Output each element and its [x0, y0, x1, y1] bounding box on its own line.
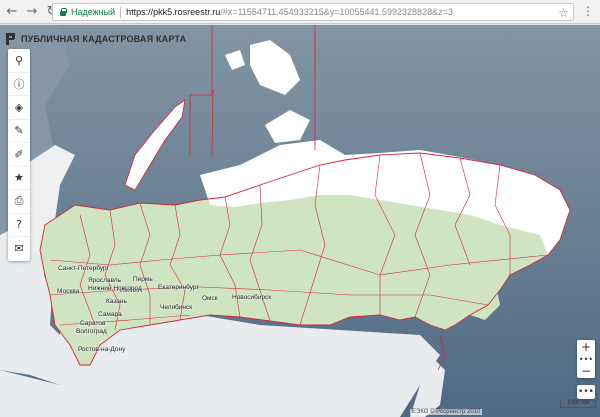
- city-label[interactable]: Москва: [57, 288, 79, 295]
- city-label[interactable]: Ярославль: [88, 277, 121, 284]
- scale-bar: 1000 км: [560, 400, 596, 408]
- pencil-icon[interactable]: ✎: [8, 120, 30, 143]
- zoom-slider-handle[interactable]: •••: [577, 354, 595, 364]
- zoom-in-button[interactable]: +: [577, 340, 595, 354]
- lock-icon: [59, 8, 67, 16]
- rosreestr-logo-icon: [6, 33, 16, 45]
- more-options-button[interactable]: •••: [577, 385, 595, 399]
- map-canvas[interactable]: Санкт-Петербург Пермь Ярославль Москва И…: [0, 25, 600, 417]
- help-icon[interactable]: ?: [8, 214, 30, 237]
- bookmark-star-icon[interactable]: ☆: [558, 6, 569, 20]
- print-icon[interactable]: ⎙: [8, 190, 30, 214]
- separator: [120, 6, 122, 18]
- url-host: https://pkk5.rosreestr.ru: [126, 7, 221, 17]
- left-toolbar: ⚲ ⓘ ◈ ✎ ✐ ★ ⎙ ? ✉: [8, 49, 30, 261]
- city-label[interactable]: Челябинск: [160, 304, 192, 311]
- mail-icon[interactable]: ✉: [8, 237, 30, 261]
- forward-icon[interactable]: →: [24, 4, 40, 20]
- city-label[interactable]: Казань: [106, 298, 127, 305]
- city-label[interactable]: Нижний Новгород: [88, 285, 142, 292]
- page-title: ПУБЛИЧНАЯ КАДАСТРОВАЯ КАРТА: [21, 34, 187, 44]
- map-svg: [0, 25, 600, 417]
- city-label[interactable]: Омск: [202, 295, 218, 302]
- layers-icon[interactable]: ◈: [8, 96, 30, 120]
- info-icon[interactable]: ⓘ: [8, 73, 30, 96]
- back-icon[interactable]: ←: [4, 4, 20, 20]
- copyright-text: ЕЭКО © Росреестр 2010: [410, 409, 483, 415]
- city-label[interactable]: Новосибирск: [232, 294, 271, 301]
- browser-menu-icon[interactable]: ⋮: [580, 4, 596, 20]
- city-label[interactable]: Екатеринбург: [158, 284, 199, 291]
- address-bar[interactable]: Надежный https://pkk5.rosreestr.ru/#x=11…: [52, 3, 574, 21]
- app-header: ПУБЛИЧНАЯ КАДАСТРОВАЯ КАРТА: [6, 33, 186, 45]
- zoom-control: + ••• −: [577, 340, 595, 378]
- city-label[interactable]: Ростов-на-Дону: [78, 346, 125, 353]
- city-label[interactable]: Санкт-Петербург: [58, 265, 109, 272]
- secure-label: Надежный: [71, 7, 116, 17]
- ruler-icon[interactable]: ✐: [8, 143, 30, 167]
- search-icon[interactable]: ⚲: [8, 49, 30, 73]
- city-label[interactable]: Саратов: [80, 320, 105, 327]
- url-path: /#x=11554711.454933215&y=10055441.599232…: [220, 7, 453, 17]
- zoom-out-button[interactable]: −: [577, 364, 595, 378]
- star-icon[interactable]: ★: [8, 167, 30, 190]
- browser-chrome: ← → ↻ Надежный https://pkk5.rosreestr.ru…: [0, 0, 600, 24]
- city-label[interactable]: Волгоград: [76, 328, 107, 335]
- city-label[interactable]: Пермь: [133, 276, 153, 283]
- city-label[interactable]: Самара: [98, 311, 122, 318]
